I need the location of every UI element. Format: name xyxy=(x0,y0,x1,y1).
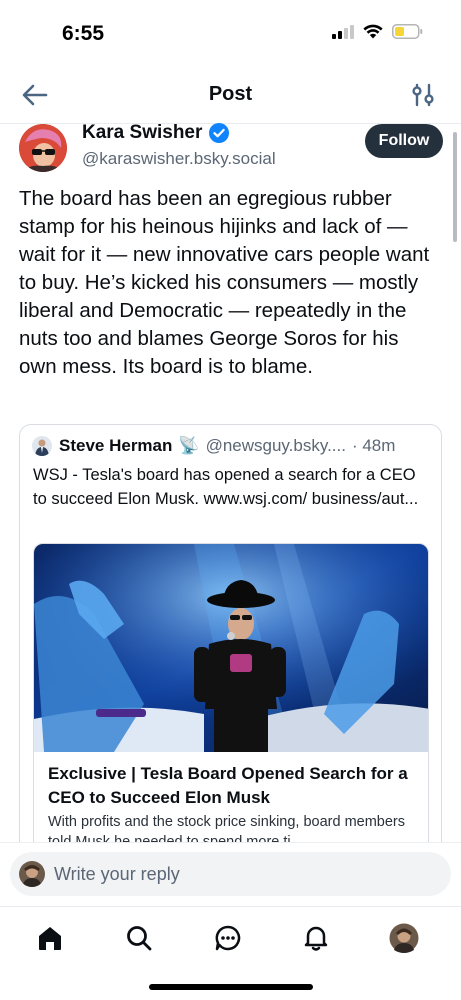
quoted-author-name: Steve Herman xyxy=(59,436,173,455)
scroll-indicator[interactable] xyxy=(453,132,457,242)
tab-home[interactable] xyxy=(33,921,67,955)
avatar-icon xyxy=(389,923,419,953)
tab-search[interactable] xyxy=(122,921,156,955)
link-preview-title: Exclusive | Tesla Board Opened Search fo… xyxy=(48,764,408,807)
satellite-dish-icon: 📡 xyxy=(178,436,200,455)
chat-icon xyxy=(215,925,241,951)
current-user-avatar xyxy=(19,861,45,887)
quoted-post-text: WSJ - Tesla's board has opened a search … xyxy=(33,466,419,508)
search-icon xyxy=(127,926,152,951)
author-avatar[interactable] xyxy=(19,124,67,172)
author-name[interactable]: Kara Swisher xyxy=(82,122,230,144)
wifi-icon xyxy=(363,24,383,39)
bell-icon xyxy=(304,926,328,951)
status-bar: 6:55 xyxy=(0,0,461,66)
tab-notifications[interactable] xyxy=(299,921,333,955)
post-body: The board has been an egregious rubber s… xyxy=(19,187,430,378)
author-name-text: Kara Swisher xyxy=(82,122,203,143)
home-icon xyxy=(39,927,61,950)
quoted-author-handle: @newsguy.bsky.... xyxy=(205,436,346,455)
sliders-icon xyxy=(412,83,434,107)
author-handle[interactable]: @karaswisher.bsky.social xyxy=(82,149,276,169)
reply-placeholder: Write your reply xyxy=(54,864,180,884)
status-time: 6:55 xyxy=(62,22,105,45)
post-header: Post xyxy=(0,66,461,124)
tab-chat[interactable] xyxy=(211,921,245,955)
status-icons xyxy=(332,24,423,39)
battery-low-icon xyxy=(392,24,423,39)
quoted-post[interactable]: Steve Herman 📡 @newsguy.bsky.... · 48m W… xyxy=(19,424,442,904)
cellular-signal-icon xyxy=(332,24,354,39)
quoted-author-avatar xyxy=(32,436,52,456)
thread-settings-button[interactable] xyxy=(411,82,435,108)
quoted-post-header: Steve Herman 📡 @newsguy.bsky.... · 48m xyxy=(32,436,432,456)
reply-input[interactable]: Write your reply xyxy=(10,852,451,896)
tab-profile[interactable] xyxy=(387,921,421,955)
quoted-post-time: · 48m xyxy=(351,436,396,455)
follow-button[interactable]: Follow xyxy=(365,124,443,158)
verified-badge-icon xyxy=(209,123,230,143)
reply-bar: Write your reply xyxy=(0,842,461,906)
link-preview-image xyxy=(34,544,428,752)
page-title: Post xyxy=(208,83,253,105)
home-indicator xyxy=(149,984,313,990)
